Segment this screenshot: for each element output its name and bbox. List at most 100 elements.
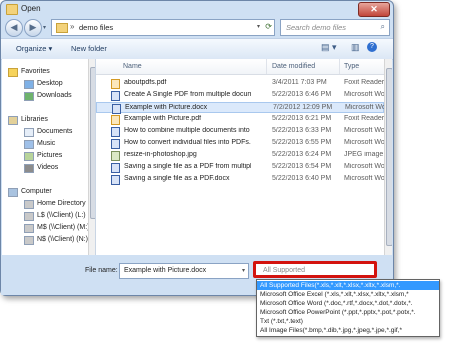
word-file-icon [111,163,120,173]
refresh-icon[interactable]: ⟳ [265,22,272,31]
filter-option[interactable]: Txt (*.txt,*.text) [257,317,439,326]
column-divider[interactable] [266,59,267,74]
file-type-filter-value: All Supported [263,267,306,274]
downloads-icon [24,92,34,101]
new-folder-button[interactable]: New folder [71,44,107,53]
search-input[interactable]: Search demo files ⌕ [280,19,390,36]
word-file-icon [111,91,120,101]
file-row[interactable]: Create A Single PDF from multiple docume… [96,90,386,101]
word-file-icon [112,104,121,114]
word-file-icon [111,127,120,137]
word-file-icon [111,175,120,185]
file-name-field[interactable]: Example with Picture.docx ▾ [119,263,249,279]
file-date: 5/22/2013 6:55 PM [272,139,332,146]
file-date: 5/22/2013 6:33 PM [272,127,332,134]
nav-item-label: Favorites [21,68,50,75]
file-row[interactable]: resize-in-photoshop.jpg 5/22/2013 6:24 P… [96,150,384,161]
file-row[interactable]: Saving a single file as a PDF from multi… [96,162,386,173]
file-date: 3/4/2011 7:03 PM [272,79,327,86]
file-row[interactable]: Saving a single file as a PDF.docx 5/22/… [96,174,386,185]
file-type-filter-select[interactable]: All Supported [253,261,377,278]
file-name: Saving a single file as a PDF.docx [124,175,230,182]
organize-button[interactable]: Organize ▾ [16,44,52,53]
nav-item-label: Home Directory ( [37,200,90,207]
file-type: Microsoft Word [345,104,387,111]
network-drive-icon [24,236,34,245]
nav-item-label: Pictures [37,152,63,159]
file-name-dropdown-icon[interactable]: ▾ [242,267,245,274]
nav-item-label: Desktop [37,80,63,87]
file-name: How to convert individual files into PDF… [124,139,251,146]
filter-option[interactable]: All Image Files(*.bmp,*.dib,*.jpg,*.jpeg… [257,326,439,335]
word-file-icon [111,139,120,149]
file-name: Create A Single PDF from multiple docume… [124,91,251,98]
file-date: 7/2/2012 12:09 PM [273,104,333,111]
search-placeholder: Search demo files [286,23,347,32]
back-button[interactable]: ◀ [5,19,23,37]
nav-item-label: Computer [21,188,52,195]
network-drive-icon [24,212,34,221]
nav-item-label: Libraries [21,116,48,123]
videos-icon [24,164,34,173]
file-type: Microsoft Word [344,91,386,98]
file-name: resize-in-photoshop.jpg [124,151,197,158]
file-name: Example with Picture.docx [125,104,208,111]
file-row[interactable]: How to combine multiple documents into o… [96,126,386,137]
file-type: Foxit Reader [344,115,385,122]
search-icon[interactable]: ⌕ [381,22,385,32]
file-date: 5/22/2013 6:46 PM [272,91,332,98]
address-dropdown-icon[interactable]: ▾ [257,23,260,30]
preview-pane-icon[interactable]: ▥ [351,42,360,53]
file-name: Example with Picture.pdf [124,115,202,122]
nav-item-label: Downloads [37,92,72,99]
pdf-file-icon [111,79,120,89]
breadcrumb-current-folder[interactable]: demo files [79,23,113,32]
filter-option-selected[interactable]: All Supported Files(*.xls,*.xlt,*.xlsx,*… [257,281,439,290]
file-type: Microsoft Word [344,127,386,134]
libraries-icon [8,116,18,125]
file-row-selected[interactable]: Example with Picture.docx 7/2/2012 12:09… [96,102,387,114]
title-bar[interactable]: Open ✕ [1,1,393,17]
navigation-pane: Favorites Desktop Downloads Libraries Do… [2,59,96,255]
file-date: 5/22/2013 6:40 PM [272,175,332,182]
file-list-scroll-thumb[interactable] [386,68,392,246]
file-type: Microsoft Word [344,175,386,182]
file-type: Foxit Reader [344,79,385,86]
address-bar[interactable]: » demo files ▾ ⟳ [51,19,275,36]
change-view-icon[interactable]: ▤ ▾ [321,42,337,53]
desktop-icon [24,80,34,89]
file-name-value: Example with Picture.docx [124,267,207,274]
column-divider[interactable] [339,59,340,74]
column-header-type[interactable]: Type [344,63,359,70]
filter-option[interactable]: Microsoft Office Word (*.doc,*.rtf,*.doc… [257,299,439,308]
command-toolbar: Organize ▾ New folder ▤ ▾ ▥ ? [1,38,393,60]
close-button[interactable]: ✕ [358,2,390,17]
recent-locations-dropdown[interactable]: ▾ [43,24,46,31]
forward-button[interactable]: ▶ [24,19,42,37]
pdf-file-icon [111,115,120,125]
column-header-name[interactable]: Name [123,63,142,70]
file-row[interactable]: Example with Picture.pdf 5/22/2013 6:21 … [96,114,384,125]
file-date: 5/22/2013 6:21 PM [272,115,332,122]
file-type-filter-list: All Supported Files(*.xls,*.xlt,*.xlsx,*… [256,279,440,337]
file-type: Microsoft Word [344,139,386,146]
column-header-date[interactable]: Date modified [272,63,315,70]
help-icon[interactable]: ? [367,42,377,52]
file-type: Microsoft Word [344,163,386,170]
file-list-scrollbar[interactable] [384,59,392,255]
nav-item-label: L$ (\\Client) (L:) [37,212,86,219]
column-header: Name Date modified Type [96,59,384,75]
breadcrumb-chevron-icon[interactable]: » [70,22,74,31]
nav-item-label: Documents [37,128,73,135]
file-row[interactable]: How to convert individual files into PDF… [96,138,386,149]
drive-icon [24,200,34,209]
file-row[interactable]: aboutpdfs.pdf 3/4/2011 7:03 PM Foxit Rea… [96,78,384,89]
filter-option[interactable]: Microsoft Office Excel (*.xls,*.xlt,*.xl… [257,290,439,299]
star-icon [8,68,18,77]
file-date: 5/22/2013 6:54 PM [272,163,332,170]
file-name-label: File name: [85,267,118,274]
filter-option[interactable]: Microsoft Office PowerPoint (*.ppt,*.ppt… [257,308,439,317]
nav-pane-scrollbar[interactable] [88,59,95,255]
file-list: Name Date modified Type aboutpdfs.pdf 3/… [96,59,392,255]
file-date: 5/22/2013 6:24 PM [272,151,332,158]
